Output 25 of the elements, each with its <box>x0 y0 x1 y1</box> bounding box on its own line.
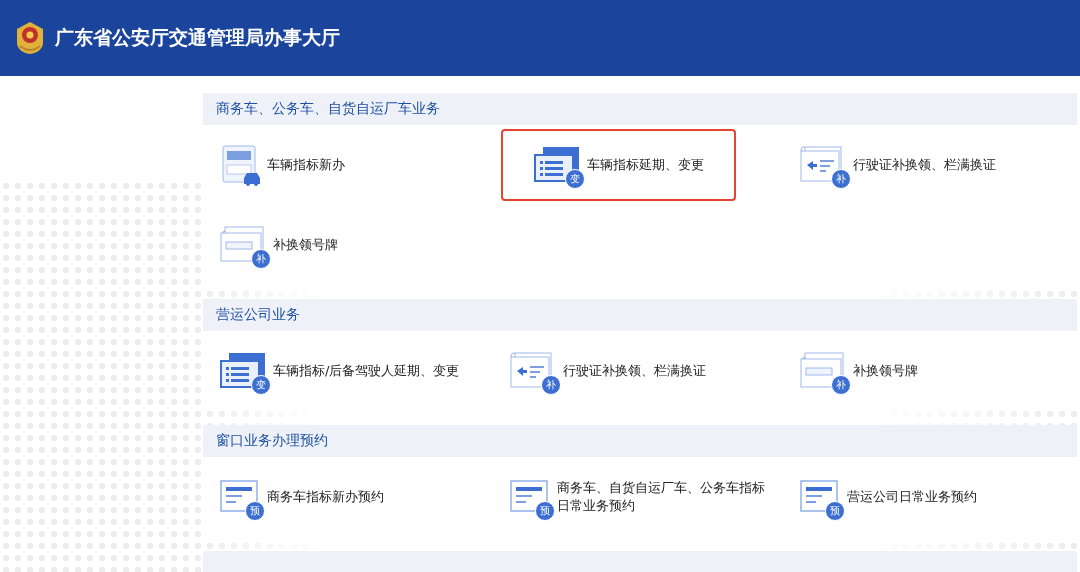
service-link[interactable]: 预 商务车、自货自运厂车、公务车指标日常业务预约 <box>501 461 783 533</box>
service-link[interactable]: 补 行驶证补换领、栏满换证 <box>501 335 714 407</box>
service-link[interactable]: 变 车辆指标/后备驾驶人延期、变更 <box>211 335 468 407</box>
badge: 预 <box>825 501 845 521</box>
service-link[interactable]: 车辆指标新办 <box>211 129 353 201</box>
badge: 补 <box>831 169 851 189</box>
service-link[interactable]: 预 营运公司日常业务预约 <box>791 461 985 533</box>
badge: 变 <box>251 375 271 395</box>
plate-car-icon <box>219 143 263 187</box>
service-link[interactable]: 变 车辆指标延期、变更 <box>501 129 736 201</box>
badge: 预 <box>535 501 555 521</box>
service-link[interactable]: 补 行驶证补换领、栏满换证 <box>791 129 1004 201</box>
badge: 补 <box>251 249 271 269</box>
emblem-icon <box>15 21 45 55</box>
section-title: 商务车、公务车、自货自运厂车业务 <box>216 100 440 118</box>
service-link[interactable]: 预 商务车指标新办预约 <box>211 461 392 533</box>
badge: 补 <box>831 375 851 395</box>
section-title: 营运公司业务 <box>216 306 300 324</box>
section-title: 窗口业务办理预约 <box>216 432 328 450</box>
service-link[interactable]: 补 补换领号牌 <box>791 335 926 407</box>
badge: 预 <box>245 501 265 521</box>
site-title: 广东省公安厅交通管理局办事大厅 <box>55 25 340 50</box>
badge: 变 <box>565 169 585 189</box>
service-link[interactable]: 补 补换领号牌 <box>211 209 346 281</box>
badge: 补 <box>541 375 561 395</box>
